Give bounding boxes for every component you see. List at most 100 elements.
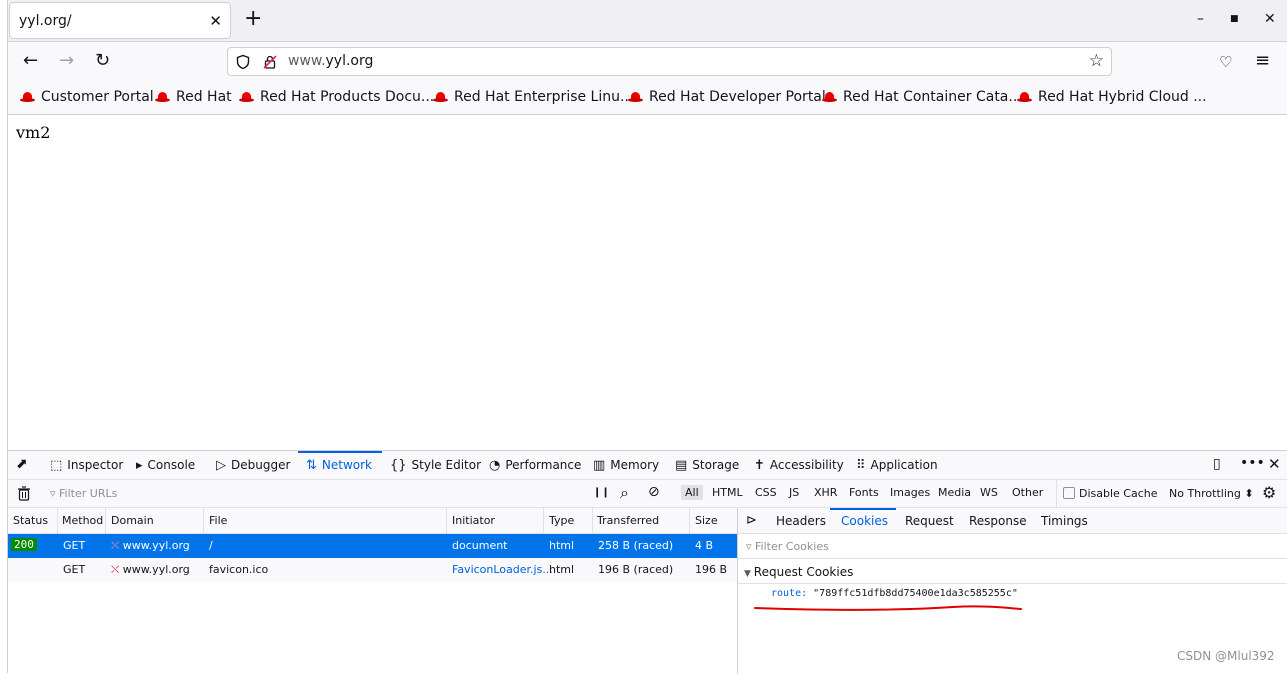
tab-console[interactable]: ▸ Console	[136, 458, 195, 473]
tab-timings[interactable]: Timings	[1041, 514, 1088, 528]
insecure-lock-icon[interactable]	[262, 54, 278, 70]
tab-memory[interactable]: ▥ Memory	[593, 458, 659, 473]
disable-cache-label: Disable Cache	[1079, 487, 1158, 500]
shield-icon[interactable]	[235, 54, 251, 70]
column-transferred[interactable]: Transferred	[597, 514, 659, 527]
tab-label: Network	[321, 458, 373, 472]
window-close-button[interactable]: ✕	[1264, 11, 1276, 27]
bookmark-item[interactable]: Red Hat Container Cata...	[822, 89, 1022, 105]
filter-icon: ▿	[746, 540, 756, 553]
tab-application[interactable]: ⠿ Application	[856, 458, 938, 473]
performance-icon: ◔	[489, 458, 501, 473]
search-icon[interactable]: ⌕	[620, 483, 629, 503]
bookmark-item[interactable]: Red Hat Products Docu...	[239, 89, 434, 105]
tab-debugger[interactable]: ▷ Debugger	[216, 458, 290, 473]
filter-cookies-input[interactable]: ▿ Filter Cookies	[738, 534, 1287, 559]
column-status[interactable]: Status	[13, 514, 48, 527]
bookmark-item[interactable]: Red Hat Developer Portal	[628, 89, 826, 105]
bookmark-star-icon[interactable]: ☆	[1089, 51, 1104, 71]
table-row[interactable]: GET ⛌ www.yyl.org favicon.ico FaviconLoa…	[8, 558, 737, 582]
url-text[interactable]: www.yyl.org	[288, 53, 373, 69]
tab-performance[interactable]: ◔ Performance	[489, 458, 581, 473]
bookmark-label: Red Hat Products Docu...	[260, 89, 435, 105]
toggle-sidebar-icon[interactable]: ⊳	[746, 513, 757, 528]
column-file[interactable]: File	[209, 514, 227, 527]
tab-network[interactable]: ⇅ Network	[306, 458, 372, 473]
tab-style-editor[interactable]: {} Style Editor	[390, 458, 481, 473]
cell-initiator-link[interactable]: FaviconLoader.js...	[452, 563, 553, 576]
cell-size: 196 B	[695, 563, 728, 576]
filter-css[interactable]: CSS	[751, 485, 781, 500]
pause-icon[interactable]: ❙❙	[593, 487, 610, 498]
filter-images[interactable]: Images	[886, 485, 934, 500]
devtools-close-icon[interactable]: ✕	[1268, 455, 1281, 473]
column-size[interactable]: Size	[695, 514, 718, 527]
filter-placeholder: Filter URLs	[59, 487, 118, 500]
request-cookies-section[interactable]: ▼ Request Cookies	[738, 559, 1287, 584]
throttling-select[interactable]: No Throttling ⬍	[1169, 487, 1254, 500]
pocket-icon[interactable]: ♡	[1219, 53, 1232, 71]
tab-label: Style Editor	[411, 458, 482, 472]
filter-all[interactable]: All	[681, 485, 703, 500]
tab-accessibility[interactable]: ✝ Accessibility	[754, 458, 844, 473]
filter-xhr[interactable]: XHR	[810, 485, 841, 500]
bookmark-item[interactable]: Red Hat	[155, 89, 232, 105]
cell-type: html	[549, 539, 575, 552]
filter-html[interactable]: HTML	[708, 485, 747, 500]
tab-label: Accessibility	[769, 458, 844, 472]
tab-request[interactable]: Request	[905, 514, 954, 528]
column-initiator[interactable]: Initiator	[452, 514, 495, 527]
tab-yyl[interactable]: yyl.org/ ✕	[9, 2, 231, 39]
reload-button[interactable]: ↻	[95, 52, 110, 70]
table-row[interactable]: 200 GET ⛌ www.yyl.org / document html 25…	[8, 534, 737, 558]
forward-button[interactable]: →	[59, 52, 74, 70]
tab-response[interactable]: Response	[969, 514, 1027, 528]
minimize-button[interactable]: –	[1197, 11, 1204, 27]
column-domain[interactable]: Domain	[111, 514, 154, 527]
tab-cookies[interactable]: Cookies	[841, 514, 888, 528]
trash-icon[interactable]	[17, 486, 31, 501]
settings-gear-icon[interactable]: ⚙	[1262, 483, 1276, 502]
filter-fonts[interactable]: Fonts	[845, 485, 883, 500]
element-picker-icon[interactable]: ⬈	[16, 456, 28, 472]
redhat-icon	[1017, 92, 1032, 102]
menu-icon[interactable]: ≡	[1255, 52, 1270, 70]
filter-ws[interactable]: WS	[976, 485, 1002, 500]
url-domain: yyl.org	[325, 53, 374, 69]
filter-urls-input[interactable]: ▿ Filter URLs	[50, 487, 117, 500]
tab-strip: yyl.org/ ✕ + – ■ ✕	[8, 0, 1287, 42]
bookmark-item[interactable]: Red Hat Hybrid Cloud ...	[1017, 89, 1207, 105]
column-method[interactable]: Method	[62, 514, 103, 527]
column-type[interactable]: Type	[549, 514, 574, 527]
redhat-icon	[433, 92, 448, 102]
tab-label: Memory	[610, 458, 660, 472]
cookie-name: route:	[771, 588, 808, 599]
filter-js[interactable]: JS	[785, 485, 803, 500]
cookie-filter-placeholder: Filter Cookies	[755, 540, 829, 553]
maximize-button[interactable]: ■	[1230, 14, 1239, 24]
column-divider	[689, 508, 690, 533]
disable-cache-checkbox[interactable]: Disable Cache	[1063, 487, 1158, 500]
responsive-design-icon[interactable]: ▯	[1213, 456, 1221, 472]
filter-other[interactable]: Other	[1008, 485, 1047, 500]
filter-media[interactable]: Media	[934, 485, 975, 500]
back-button[interactable]: ←	[23, 52, 38, 70]
url-bar[interactable]: www.yyl.org ☆	[227, 47, 1112, 76]
new-tab-button[interactable]: +	[244, 8, 262, 30]
tab-label: Application	[870, 458, 938, 472]
bookmark-item[interactable]: Customer Portal	[20, 89, 154, 105]
cookie-filter-label: ▿ Filter Cookies	[746, 540, 829, 553]
tab-label: Storage	[692, 458, 740, 472]
block-icon[interactable]: ⊘	[648, 484, 660, 500]
tab-title: yyl.org/	[19, 13, 72, 29]
redhat-icon	[155, 92, 170, 102]
more-options-icon[interactable]: •••	[1240, 455, 1265, 471]
section-title: Request Cookies	[753, 565, 854, 579]
tab-inspector[interactable]: ⬚ Inspector	[50, 458, 123, 473]
watermark: CSDN @Mlul392	[1177, 649, 1275, 663]
tab-storage[interactable]: ▤ Storage	[675, 458, 739, 473]
tab-headers[interactable]: Headers	[776, 514, 826, 528]
bookmark-item[interactable]: Red Hat Enterprise Linu...	[433, 89, 633, 105]
status-badge: 200	[11, 538, 37, 551]
tab-close-icon[interactable]: ✕	[209, 12, 222, 30]
